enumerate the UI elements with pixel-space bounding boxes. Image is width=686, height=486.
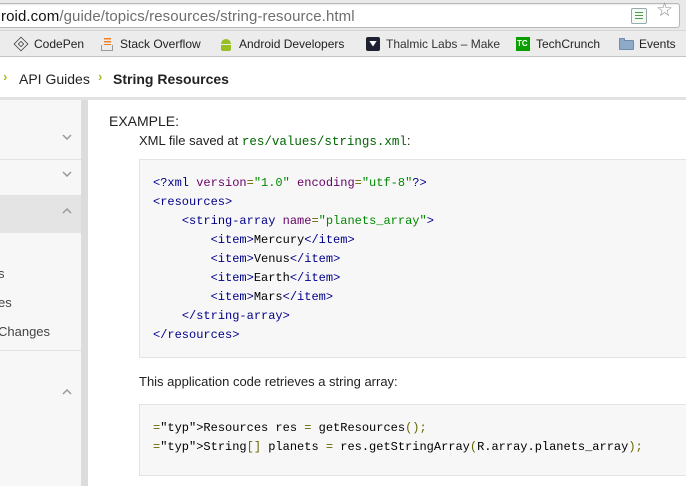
bookmark-label: Thalmic Labs – Make (386, 36, 501, 51)
bookmark-stack-overflow[interactable]: Stack Overflow (100, 31, 201, 56)
bookmark-android-developers[interactable]: Android Developers (219, 31, 344, 56)
java-code: ="typ">Resources res = getResources(); =… (153, 421, 643, 454)
chevron-up-icon[interactable] (62, 208, 72, 218)
browser-toolbar: roid.com/guide/topics/resources/string-r… (0, 0, 686, 31)
breadcrumb-api-guides[interactable]: API Guides (19, 71, 90, 87)
thalmic-icon (366, 36, 380, 51)
left-nav: s es Changes (0, 100, 88, 486)
bookmark-label: CodePen (34, 36, 85, 51)
breadcrumb-current-page: String Resources (113, 71, 229, 87)
example-heading: EXAMPLE: (109, 113, 180, 129)
android-icon (219, 37, 233, 51)
nav-item[interactable]: s (0, 266, 5, 281)
xml-intro-suffix: : (406, 133, 411, 148)
address-bar[interactable]: roid.com/guide/topics/resources/string-r… (0, 3, 680, 28)
chevron-up-icon[interactable] (62, 389, 72, 399)
breadcrumb-chevron-icon: › (98, 69, 103, 84)
folder-icon (619, 37, 634, 51)
xml-intro-text: XML file saved at res/values/strings.xml… (139, 133, 411, 149)
bookmark-folder-events[interactable]: Events (619, 31, 676, 56)
breadcrumb: › API Guides › String Resources (0, 57, 686, 100)
bookmark-label: Stack Overflow (120, 36, 201, 51)
stackoverflow-icon (100, 37, 114, 51)
breadcrumb-chevron-icon: › (3, 69, 8, 84)
bookmark-label: TechCrunch (536, 36, 601, 51)
chevron-down-icon[interactable] (62, 134, 72, 144)
bookmark-star-icon[interactable]: ☆ (656, 0, 673, 22)
chevron-down-icon[interactable] (62, 171, 72, 181)
bookmark-codepen[interactable]: CodePen (13, 31, 85, 56)
xml-code-block: <?xml version="1.0" encoding="utf-8"?> <… (139, 159, 686, 358)
url-text[interactable]: roid.com/guide/topics/resources/string-r… (1, 8, 355, 25)
java-code-block: ="typ">Resources res = getResources(); =… (139, 404, 686, 476)
url-path: /guide/topics/resources/string-resource.… (59, 8, 355, 25)
techcrunch-icon (516, 36, 530, 51)
page-action-icon[interactable] (631, 8, 647, 24)
bookmark-label: Android Developers (239, 36, 345, 51)
nav-divider (0, 159, 81, 160)
bookmark-thalmic-labs[interactable]: Thalmic Labs – Make (366, 31, 500, 56)
xml-intro-prefix: XML file saved at (139, 133, 242, 148)
bookmarks-bar: CodePen Stack Overflow Android Developer… (0, 31, 686, 57)
nav-item[interactable]: es (0, 295, 12, 310)
url-host: roid.com (1, 8, 60, 25)
bookmark-label: Events (639, 36, 676, 51)
codepen-icon (13, 36, 29, 51)
xml-file-path: res/values/strings.xml (241, 135, 407, 149)
nav-divider (0, 350, 81, 351)
code-intro-text: This application code retrieves a string… (139, 374, 398, 389)
bookmark-techcrunch[interactable]: TechCrunch (516, 31, 600, 56)
xml-code: <?xml version="1.0" encoding="utf-8"?> <… (153, 176, 434, 342)
nav-item[interactable]: Changes (0, 324, 50, 339)
